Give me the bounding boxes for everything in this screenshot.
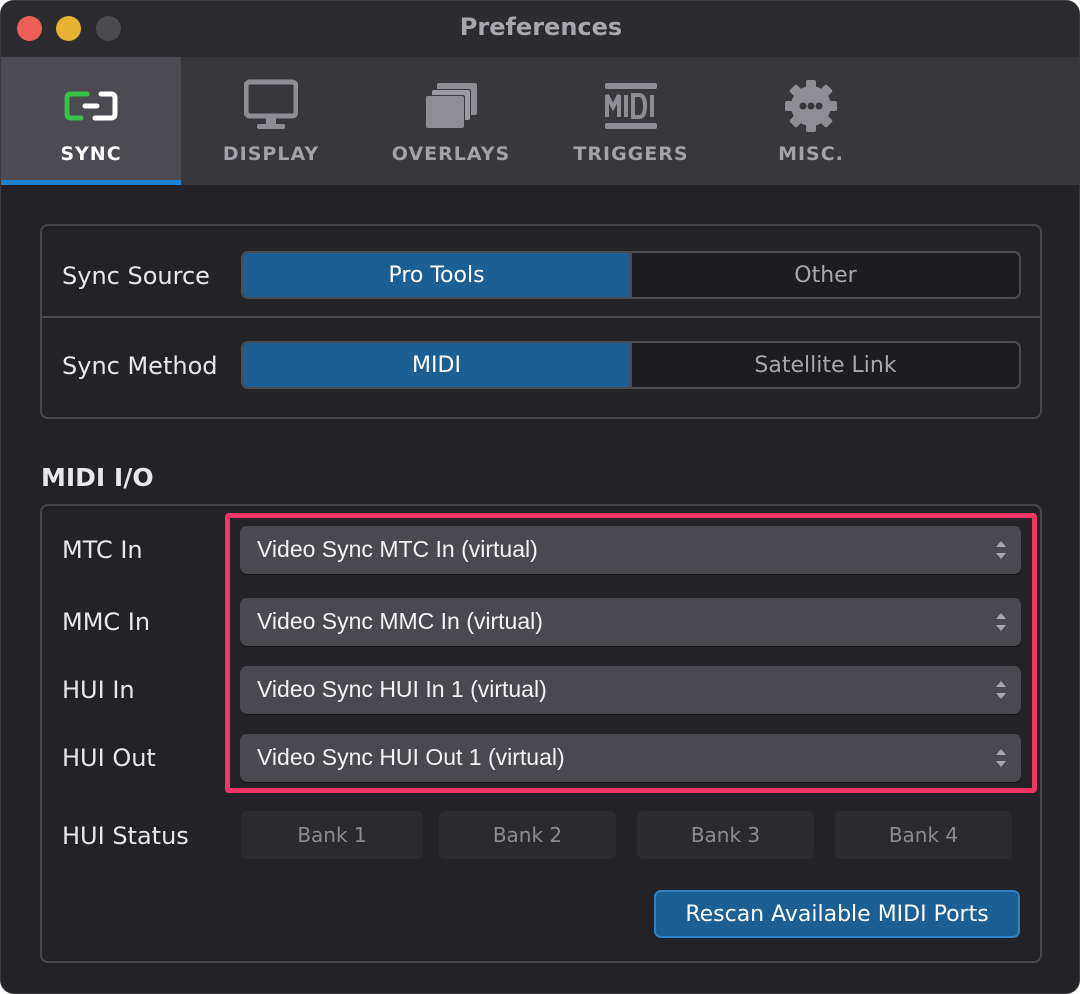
tab-misc-label: MISC. bbox=[778, 143, 844, 165]
tab-sync-label: SYNC bbox=[60, 143, 122, 165]
tab-display[interactable]: DISPLAY bbox=[181, 57, 361, 185]
mmc-in-label: MMC In bbox=[62, 608, 151, 636]
tab-sync[interactable]: SYNC bbox=[1, 57, 181, 185]
active-tab-indicator bbox=[1, 180, 181, 185]
rescan-midi-ports-button[interactable]: Rescan Available MIDI Ports bbox=[654, 890, 1020, 938]
sync-link-icon bbox=[1, 77, 181, 135]
tab-overlays-label: OVERLAYS bbox=[391, 143, 511, 165]
layers-icon bbox=[361, 77, 541, 135]
title-bar[interactable]: Preferences bbox=[1, 1, 1079, 57]
window-title: Preferences bbox=[459, 13, 623, 41]
divider bbox=[40, 316, 1042, 318]
mtc-in-label: MTC In bbox=[62, 536, 143, 564]
sync-source-other-option[interactable]: Other bbox=[632, 253, 1019, 297]
tab-triggers-label: TRIGGERS bbox=[573, 143, 689, 165]
tab-misc[interactable]: MISC. bbox=[721, 57, 901, 185]
hui-status-label: HUI Status bbox=[62, 822, 189, 850]
midi-icon bbox=[541, 77, 721, 135]
sync-source-label: Sync Source bbox=[62, 262, 210, 290]
sync-method-satellite-link-option[interactable]: Satellite Link bbox=[632, 343, 1019, 387]
sync-method-label: Sync Method bbox=[62, 352, 218, 380]
hui-bank-2-indicator: Bank 2 bbox=[439, 811, 616, 859]
sync-source-pro-tools-option[interactable]: Pro Tools bbox=[243, 253, 632, 297]
preferences-tabbar: SYNC DISPLAY OVERLAYS TRIGGERS MISC. bbox=[1, 57, 1079, 185]
sync-source-segmented-control: Pro Tools Other bbox=[241, 251, 1021, 299]
highlight-annotation bbox=[225, 513, 1037, 793]
gear-icon bbox=[721, 77, 901, 135]
sync-method-midi-option[interactable]: MIDI bbox=[243, 343, 632, 387]
hui-bank-3-indicator: Bank 3 bbox=[637, 811, 814, 859]
hui-out-label: HUI Out bbox=[62, 744, 156, 772]
tab-overlays[interactable]: OVERLAYS bbox=[361, 57, 541, 185]
preferences-window: Preferences SYNC DISPLAY OVERLAYS TRIGGE… bbox=[0, 0, 1080, 994]
tab-triggers[interactable]: TRIGGERS bbox=[541, 57, 721, 185]
sync-method-segmented-control: MIDI Satellite Link bbox=[241, 341, 1021, 389]
tab-display-label: DISPLAY bbox=[222, 143, 320, 165]
hui-in-label: HUI In bbox=[62, 676, 135, 704]
hui-bank-1-indicator: Bank 1 bbox=[241, 811, 423, 859]
monitor-icon bbox=[181, 77, 361, 135]
hui-bank-4-indicator: Bank 4 bbox=[835, 811, 1012, 859]
midi-io-heading: MIDI I/O bbox=[41, 463, 154, 492]
